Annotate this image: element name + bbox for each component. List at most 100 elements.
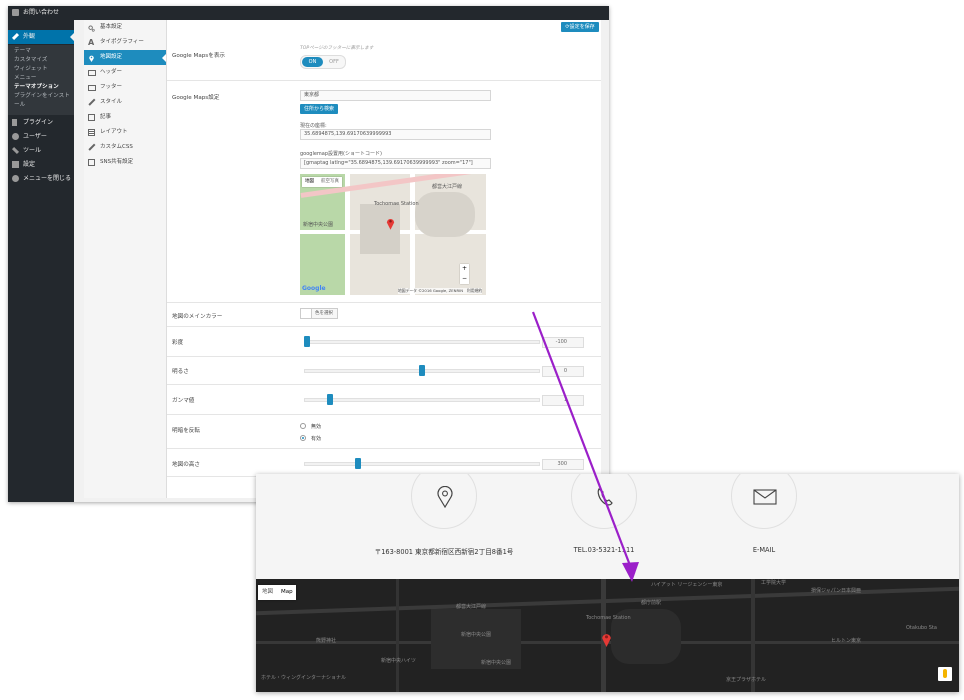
gamma-handle[interactable]: [326, 394, 333, 405]
save-button[interactable]: ⟳設定を保存: [561, 22, 599, 32]
map-height-label: 地図の高さ: [172, 462, 200, 468]
show-maps-toggle[interactable]: ON OFF: [300, 55, 346, 69]
menu-item-appearance[interactable]: 外観: [8, 30, 74, 44]
toggle-on[interactable]: ON: [302, 57, 323, 67]
submenu-item-widgets[interactable]: ウィジェット: [14, 65, 48, 74]
tab-custom-css[interactable]: カスタムCSS: [84, 140, 166, 155]
menu-item-label: お問い合わせ: [23, 9, 60, 16]
show-maps-hint: TOPページのフッターに表示します: [300, 46, 374, 51]
map-label: 新宿中央公園: [481, 660, 512, 666]
invert-radio-disabled[interactable]: [300, 423, 306, 429]
address-input[interactable]: 東京都: [300, 90, 491, 101]
tab-layout[interactable]: レイアウト: [84, 125, 166, 140]
zoom-control[interactable]: + −: [460, 264, 469, 284]
tab-basic[interactable]: 基本設定: [84, 20, 166, 35]
menu-item-tools[interactable]: ツール: [8, 144, 74, 158]
search-address-button[interactable]: 住所から検索: [300, 104, 338, 114]
invert-option-label: 有効: [311, 436, 322, 442]
latlng-input[interactable]: 35.6894875,139.69170639999993: [300, 129, 491, 140]
map-height-slider[interactable]: [304, 462, 540, 466]
road: [396, 579, 399, 692]
submenu-item-theme-options[interactable]: テーマオプション: [14, 83, 59, 92]
map-height-handle[interactable]: [355, 458, 362, 469]
tab-label: レイアウト: [100, 129, 128, 135]
tab-article[interactable]: 記事: [84, 110, 166, 125]
menu-item-settings[interactable]: 設定: [8, 158, 74, 172]
map-type-map[interactable]: Map: [281, 585, 293, 600]
tab-header[interactable]: ヘッダー: [84, 65, 166, 80]
submenu-item-menus[interactable]: メニュー: [14, 74, 36, 83]
tab-label: ヘッダー: [100, 69, 123, 75]
map-label: 都庁前駅: [641, 600, 662, 606]
divider: [167, 414, 601, 415]
gamma-value[interactable]: 1: [542, 395, 584, 406]
map-label: 新宿中央公園: [461, 632, 492, 638]
map-type-map[interactable]: 地図: [305, 177, 314, 187]
map-label: ハイアット リージェンシー東京: [651, 582, 723, 588]
tab-style[interactable]: スタイル: [84, 95, 166, 110]
gamma-slider[interactable]: [304, 398, 540, 402]
phone-circle: [571, 474, 637, 529]
latlng-label: 現在の座標:: [300, 123, 327, 129]
saturation-slider[interactable]: [304, 340, 540, 344]
station-label: Tochomae Station: [374, 201, 419, 207]
map-type-control[interactable]: 地図 航空写真: [302, 177, 342, 187]
tab-label: フッター: [100, 84, 123, 90]
map-label: ホテル・ウィングインターナショナル: [261, 675, 347, 681]
menu-item-collapse[interactable]: メニューを閉じる: [8, 172, 74, 186]
invert-label: 明暗を反転: [172, 428, 200, 434]
map-type-satellite[interactable]: 航空写真: [321, 177, 339, 187]
menu-item-plugins[interactable]: プラグイン: [8, 116, 74, 130]
tab-footer[interactable]: フッター: [84, 80, 166, 95]
dark-map[interactable]: 地図 Map ハイアット リージェンシー東京 工学院大学 損保ジャパン日本興亜 …: [256, 579, 959, 692]
menu-item-contact[interactable]: お問い合わせ: [8, 6, 74, 20]
building: [415, 192, 475, 237]
pegman-figure: [943, 669, 947, 678]
address-circle: [411, 474, 477, 529]
brush-icon: [11, 32, 20, 41]
tab-label: SNS共有設定: [100, 159, 134, 165]
shortcode-input[interactable]: [gmaptag latlng="35.6894875,139.69170639…: [300, 158, 491, 169]
map-height-value[interactable]: 300: [542, 459, 584, 470]
menu-item-label: ユーザー: [23, 133, 47, 140]
map-label: Otakubo Sta: [906, 625, 937, 631]
saturation-handle[interactable]: [304, 336, 310, 347]
mail-icon: [12, 9, 19, 16]
map-label: ヒルトン東京: [831, 638, 862, 644]
tab-typography[interactable]: A タイポグラフィー: [84, 35, 166, 50]
saturation-value[interactable]: -100: [542, 337, 584, 348]
envelope-icon: [753, 489, 777, 505]
lightness-handle[interactable]: [419, 365, 425, 376]
map-type-control[interactable]: 地図 Map: [258, 585, 296, 600]
toggle-off[interactable]: OFF: [324, 57, 344, 67]
lightness-value[interactable]: 0: [542, 366, 584, 377]
map-preview[interactable]: 地図 航空写真 Tochomae Station 都営大江戸線 新宿中央公園 +…: [300, 174, 486, 295]
collapse-icon: [12, 175, 19, 182]
tab-map-settings[interactable]: 地図設定: [84, 50, 166, 65]
invert-option-label: 無効: [311, 424, 322, 430]
divider: [167, 356, 601, 357]
submenu-item-themes[interactable]: テーマ: [14, 47, 31, 56]
front-contact-section: 〒163-8001 東京都新宿区西新宿2丁目8番1号 TEL.03-5321-1…: [256, 474, 959, 692]
map-pin-icon[interactable]: [601, 632, 612, 647]
color-picker-button[interactable]: 色を選択: [300, 308, 338, 319]
submenu-item-customize[interactable]: カスタマイズ: [14, 56, 47, 65]
admin-window: お問い合わせ 外観 テーマ カスタマイズ ウィジェット メニュー テーマオプショ…: [8, 6, 609, 502]
submenu-item-install-plugins[interactable]: プラグインをインストール: [14, 92, 74, 108]
font-icon: A: [88, 38, 95, 47]
map-pin-icon[interactable]: [386, 217, 395, 230]
monitor-icon: [88, 70, 96, 76]
tab-label: 地図設定: [100, 54, 123, 60]
edit-icon: [88, 114, 95, 121]
email-text[interactable]: E-MAIL: [664, 546, 864, 554]
map-type-jp[interactable]: 地図: [262, 585, 273, 600]
map-label: 京王プラザホテル: [726, 677, 767, 683]
menu-item-label: プラグイン: [23, 119, 54, 126]
tab-sns-share[interactable]: SNS共有設定: [84, 155, 166, 170]
invert-radio-enabled[interactable]: [300, 435, 306, 441]
pegman-icon[interactable]: [938, 667, 952, 681]
menu-item-users[interactable]: ユーザー: [8, 130, 74, 144]
map-label: 都営大江戸線: [456, 604, 487, 610]
divider: [167, 302, 601, 303]
divider: [167, 384, 601, 385]
